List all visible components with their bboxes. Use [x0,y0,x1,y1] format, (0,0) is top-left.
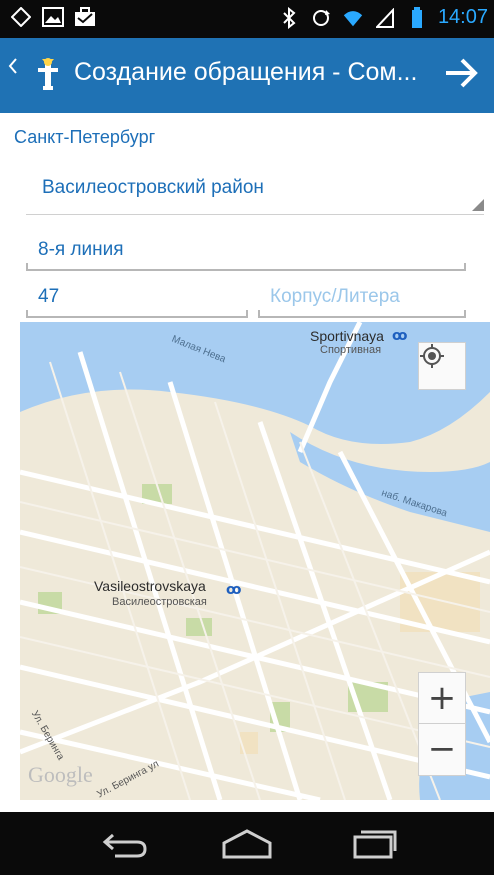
field-tick [26,310,28,318]
zoom-out-button[interactable]: − [419,724,465,774]
field-tick [26,263,28,271]
clock: 14:07 [437,6,488,28]
dropdown-triangle-icon [472,199,484,211]
field-tick [246,310,248,318]
crosshair-icon [420,344,444,368]
svg-text:ꝏ: ꝏ [226,582,241,598]
image-icon [42,6,64,28]
back-chevron-icon[interactable] [8,56,18,81]
zoom-controls: + − [418,672,466,776]
metro-label-sportivnaya: Sportivnaya [310,328,384,344]
district-select[interactable]: Василеостровский район [26,171,484,215]
building-field[interactable]: Корпус/Литера [258,278,466,318]
district-value: Василеостровский район [42,177,264,198]
street-value: 8-я линия [38,239,124,260]
app-logo-icon[interactable] [28,54,68,94]
river-shape [290,432,490,532]
signal-icon [374,7,396,29]
bluetooth-icon [278,6,300,29]
sync-icon [310,7,332,29]
my-location-button[interactable] [418,342,466,390]
map-view[interactable]: ꝏ ꝏ Sportivnaya Спортивная Vasileostrovs… [20,322,490,800]
field-underline [258,316,466,318]
page-title: Создание обращения - Сом... [74,58,418,86]
street-field[interactable]: 8-я линия [26,231,466,271]
navigation-bar [0,812,494,875]
briefcase-icon [74,6,96,28]
metro-label-vasileostrovskaya-ru: Василеостровская [112,596,207,608]
house-value: 47 [38,286,60,307]
field-tick [464,263,466,271]
zoom-in-button[interactable]: + [419,673,465,723]
metro-label-vasileostrovskaya: Vasileostrovskaya [94,578,206,594]
action-bar: Создание обращения - Сом... [0,38,494,113]
field-underline [26,316,248,318]
home-icon[interactable] [217,826,277,862]
circle-notification-icon [10,6,32,28]
divider [26,214,484,215]
metro-label-sportivnaya-ru: Спортивная [320,344,382,356]
svg-text:ꝏ: ꝏ [392,328,407,344]
field-tick [464,310,466,318]
status-bar: 14:07 [0,0,494,38]
battery-icon [406,6,428,29]
field-underline [26,269,466,271]
house-field[interactable]: 47 [26,278,248,318]
wifi-icon [342,7,364,29]
park-area [186,618,212,636]
city-label: Санкт-Петербург [14,127,156,147]
building-placeholder: Корпус/Литера [270,286,400,307]
industrial-area [240,732,258,754]
back-icon[interactable] [94,826,154,862]
recent-apps-icon[interactable] [342,826,402,862]
field-tick [258,310,260,318]
google-attribution: Google [28,762,93,787]
arrow-right-icon[interactable] [440,52,482,94]
